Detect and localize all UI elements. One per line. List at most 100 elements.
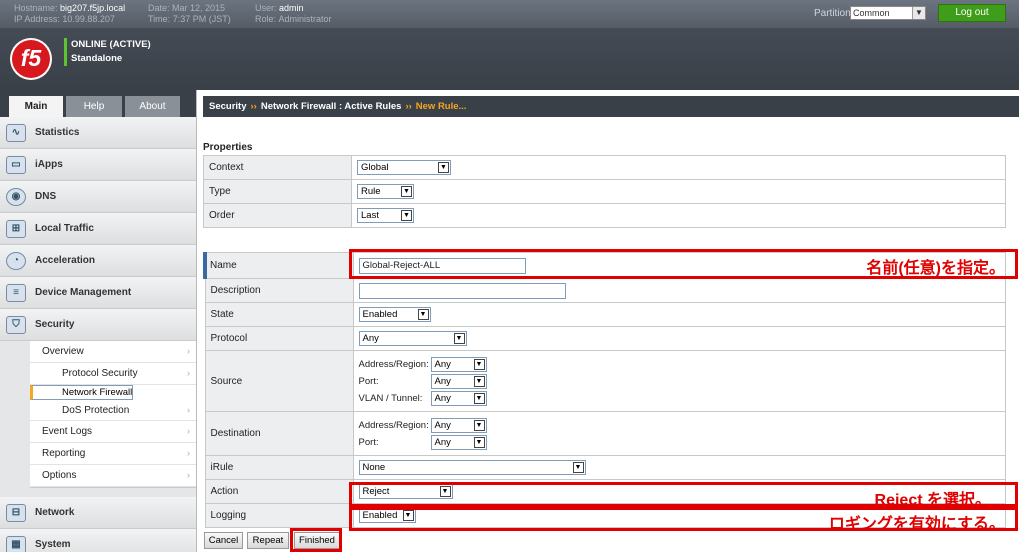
date-value: Mar 12, 2015 (172, 3, 226, 13)
type-row: Type Rule ▼ (203, 179, 1006, 204)
device-icon: ≡ (6, 284, 26, 302)
source-address-select[interactable]: Any ▼ (430, 356, 487, 372)
device-status: ONLINE (ACTIVE) Standalone (64, 38, 151, 66)
hostname-label: Hostname: (14, 3, 58, 13)
cancel-button[interactable]: Cancel (204, 532, 243, 549)
logging-callout-text: ロギングを有効にする。 (828, 516, 1005, 533)
date-label: Date: (148, 3, 170, 13)
subnav-dos-protection-label: DoS Protection (62, 404, 130, 416)
destination-row: Destination Address/Region: Any ▼ Port: Any… (204, 411, 1006, 456)
state-select[interactable]: Enabled ▼ (358, 307, 431, 322)
irule-select[interactable]: None ▼ (358, 460, 586, 475)
context-label: Context (203, 155, 352, 180)
order-select[interactable]: Last ▼ (357, 208, 414, 223)
chevron-down-icon: ▼ (473, 436, 485, 448)
chevron-down-icon: ▼ (453, 333, 465, 344)
context-select[interactable]: Global ▼ (357, 160, 451, 175)
nav-tabs: Main Help About (0, 90, 196, 117)
nav-security[interactable]: ⛉ Security (0, 309, 196, 341)
protocol-select[interactable]: Any ▼ (358, 331, 467, 346)
type-select[interactable]: Rule ▼ (357, 184, 414, 199)
globe-icon: ◉ (6, 188, 26, 206)
subnav-options-label: Options (42, 469, 77, 481)
user-label: User: (255, 3, 277, 13)
subnav-dos-protection[interactable]: DoS Protection › (30, 400, 196, 422)
chevron-down-icon: ▼ (473, 392, 485, 404)
tab-help[interactable]: Help (66, 96, 122, 117)
nav-local-traffic[interactable]: ⊞ Local Traffic (0, 213, 196, 245)
security-submenu: Overview › Protocol Security › Network Fir… (30, 341, 196, 488)
description-row: Description (204, 278, 1006, 303)
source-port-label: Port: (358, 375, 379, 387)
state-label: State (204, 302, 354, 327)
state-cell: Enabled ▼ (352, 302, 1006, 327)
nav-acceleration[interactable]: ◔ Acceleration (0, 245, 196, 277)
nav-network[interactable]: ⊟ Network (0, 496, 196, 529)
chevron-right-icon: › (187, 346, 190, 356)
tab-main[interactable]: Main (9, 96, 63, 117)
nav-dns[interactable]: ◉ DNS (0, 181, 196, 213)
action-label: Action (204, 479, 354, 504)
chevron-down-icon: ▼ (417, 309, 429, 320)
time-label: Time: (148, 14, 171, 24)
nav-system[interactable]: ▦ System (0, 528, 196, 552)
source-address-label: Address/Region: (358, 358, 429, 370)
network-map-icon: ⊞ (6, 220, 26, 238)
user-value: admin (279, 3, 304, 13)
ip-label: IP Address: (14, 14, 60, 24)
logout-button[interactable]: Log out (938, 4, 1006, 22)
order-value: Last (361, 210, 379, 221)
dest-address-row: Address/Region: Any ▼ (359, 417, 1006, 434)
subnav-event-logs[interactable]: Event Logs › (30, 421, 196, 444)
source-port-row: Port: Any ▼ (359, 373, 1006, 390)
state-value: Enabled (362, 309, 398, 320)
tab-about[interactable]: About (125, 96, 180, 117)
breadcrumb-active-rules[interactable]: Network Firewall : Active Rules (261, 101, 402, 112)
subnav-network-firewall-label: Network Firewall (62, 386, 133, 398)
subnav-reporting-label: Reporting (42, 448, 86, 460)
nav-local-traffic-label: Local Traffic (35, 223, 94, 234)
protocol-value: Any (362, 333, 379, 344)
network-icon: ⊟ (6, 503, 26, 522)
dest-port-select[interactable]: Any ▼ (430, 434, 487, 450)
partition-select[interactable]: Common ▼ (850, 6, 926, 20)
subnav-options[interactable]: Options › (30, 465, 196, 487)
subnav-reporting[interactable]: Reporting › (30, 443, 196, 465)
irule-cell: None ▼ (352, 455, 1006, 480)
speedometer-icon: ◔ (6, 252, 26, 270)
chevron-right-icon: › (187, 469, 190, 480)
chevron-right-icon: › (123, 386, 127, 397)
iapps-icon: ▭ (6, 156, 26, 174)
chevron-right-icon: › (187, 404, 190, 415)
left-navigation: Main Help About ∿ Statistics ▭ iApps ◉ DNS … (0, 90, 197, 552)
order-row: Order Last ▼ (203, 203, 1006, 228)
nav-security-label: Security (35, 319, 75, 330)
source-cell: Address/Region: Any ▼ Port: Any ▼ VLAN / Tun… (352, 350, 1006, 412)
dest-address-value: Any (434, 419, 451, 431)
chevron-down-icon: ▼ (401, 186, 412, 197)
logging-label: Logging (204, 503, 354, 528)
description-input[interactable] (358, 282, 566, 299)
context-cell: Global ▼ (351, 155, 1006, 180)
dest-address-select[interactable]: Any ▼ (430, 417, 487, 433)
nav-iapps[interactable]: ▭ iApps (0, 149, 196, 181)
dest-address-label: Address/Region: (358, 419, 429, 431)
irule-label: iRule (204, 455, 354, 480)
chevron-down-icon: ▼ (401, 210, 412, 221)
dest-port-value: Any (434, 436, 451, 448)
subnav-network-firewall[interactable]: Network Firewall › (30, 384, 134, 400)
subnav-protocol-security[interactable]: Protocol Security › (30, 363, 196, 385)
source-vlan-row: VLAN / Tunnel: Any ▼ (359, 390, 1006, 407)
repeat-button[interactable]: Repeat (247, 532, 289, 549)
source-vlan-select[interactable]: Any ▼ (430, 390, 487, 406)
nav-statistics[interactable]: ∿ Statistics (0, 117, 196, 149)
shield-icon: ⛉ (6, 316, 26, 334)
user-info: User: admin Role: Administrator (255, 3, 332, 25)
nav-device-management[interactable]: ≡ Device Management (0, 277, 196, 309)
source-port-select[interactable]: Any ▼ (430, 373, 487, 389)
breadcrumb-security[interactable]: Security (209, 101, 247, 112)
properties-table: Context Global ▼ Type Rule ▼ Order Last ▼ (203, 155, 1006, 228)
context-value: Global (361, 162, 389, 173)
time-value: 7:37 PM (JST) (172, 14, 231, 24)
subnav-overview[interactable]: Overview › (30, 341, 196, 363)
